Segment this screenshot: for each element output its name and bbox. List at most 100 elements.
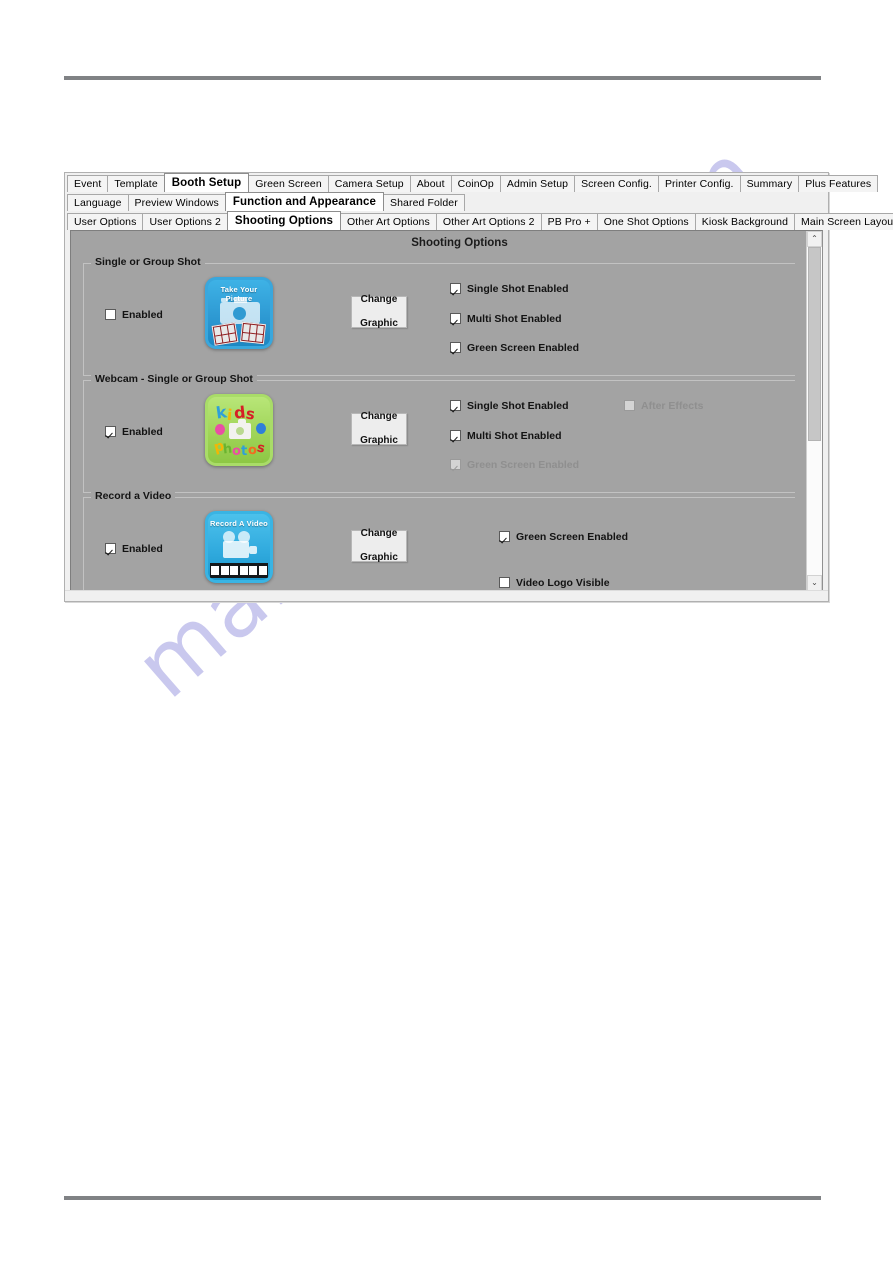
tab-label: Admin Setup bbox=[506, 178, 569, 190]
scroll-up-arrow-icon[interactable]: ⌃ bbox=[807, 231, 822, 247]
photo-strip-icon bbox=[240, 321, 266, 345]
tab-user-options-2[interactable]: User Options 2 bbox=[142, 213, 228, 230]
checkbox-box bbox=[450, 459, 461, 470]
checkbox-label: Green Screen Enabled bbox=[467, 341, 580, 354]
tab-event[interactable]: Event bbox=[67, 175, 109, 192]
checkbox-box bbox=[624, 400, 635, 411]
tab-admin-setup[interactable]: Admin Setup bbox=[499, 175, 576, 192]
tab-main-screen-layout[interactable]: Main Screen Layout bbox=[794, 213, 893, 230]
scrollbar-thumb[interactable] bbox=[808, 247, 821, 441]
tab-other-art-options[interactable]: Other Art Options bbox=[339, 213, 437, 230]
tab-template[interactable]: Template bbox=[107, 175, 165, 192]
checkbox-box bbox=[450, 342, 461, 353]
tab-language[interactable]: Language bbox=[67, 194, 129, 211]
tab-label: Event bbox=[74, 178, 102, 190]
camera-lens-icon bbox=[233, 307, 246, 320]
checkbox-box bbox=[450, 430, 461, 441]
checkbox-label: Multi Shot Enabled bbox=[467, 312, 562, 325]
tab-other-art-options-2[interactable]: Other Art Options 2 bbox=[435, 213, 542, 230]
option-video-green-screen-enabled[interactable]: Green Screen Enabled bbox=[499, 529, 628, 547]
tab-booth-setup[interactable]: Booth Setup bbox=[163, 173, 250, 192]
scrollbar-track[interactable] bbox=[807, 247, 822, 575]
tab-summary[interactable]: Summary bbox=[739, 175, 800, 192]
tab-label: Preview Windows bbox=[134, 197, 219, 209]
tab-label: Other Art Options 2 bbox=[442, 216, 535, 228]
tab-function-and-appearance[interactable]: Function and Appearance bbox=[224, 192, 384, 211]
tab-green-screen[interactable]: Green Screen bbox=[248, 175, 329, 192]
option-single-shot-enabled[interactable]: Single Shot Enabled bbox=[450, 281, 569, 299]
checkbox-label: Enabled bbox=[122, 542, 163, 555]
checkbox-label: Single Shot Enabled bbox=[467, 282, 569, 295]
tab-plus-features[interactable]: Plus Features bbox=[798, 175, 879, 192]
tab-strip-secondary: Language Preview Windows Function and Appe… bbox=[65, 192, 828, 211]
option-webcam-green-screen-enabled[interactable]: Green Screen Enabled bbox=[450, 457, 579, 475]
enabled-checkbox-single-or-group-shot[interactable]: Enabled bbox=[105, 307, 163, 325]
tab-about[interactable]: About bbox=[409, 175, 452, 192]
button-label-line1: Change bbox=[360, 294, 398, 305]
tab-label: PB Pro + bbox=[547, 216, 591, 228]
status-bar bbox=[65, 590, 828, 601]
change-graphic-button-record-a-video[interactable]: Change Graphic bbox=[351, 528, 407, 563]
option-after-effects[interactable]: After Effects bbox=[624, 398, 703, 416]
tab-screen-config[interactable]: Screen Config. bbox=[574, 175, 659, 192]
balloon-icon bbox=[215, 424, 225, 435]
checkbox-label: Green Screen Enabled bbox=[516, 530, 629, 543]
tab-label: Function and Appearance bbox=[232, 196, 376, 208]
button-label-line2: Graphic bbox=[360, 552, 398, 563]
balloon-icon bbox=[256, 423, 266, 434]
application-window: Event Template Booth Setup Green Screen Came… bbox=[64, 172, 893, 602]
checkbox-box bbox=[450, 400, 461, 411]
tab-pb-pro[interactable]: PB Pro + bbox=[540, 213, 598, 230]
photo-strip-icon bbox=[211, 322, 239, 346]
tab-camera-setup[interactable]: Camera Setup bbox=[327, 175, 411, 192]
checkbox-label: After Effects bbox=[641, 399, 704, 412]
option-webcam-multi-shot-enabled[interactable]: Multi Shot Enabled bbox=[450, 428, 562, 446]
option-multi-shot-enabled[interactable]: Multi Shot Enabled bbox=[450, 311, 562, 329]
kids-letter-i: i bbox=[226, 405, 233, 425]
enabled-checkbox-webcam[interactable]: Enabled bbox=[105, 424, 163, 442]
tab-label: User Options bbox=[74, 216, 137, 228]
tab-kiosk-background[interactable]: Kiosk Background bbox=[694, 213, 796, 230]
camcorder-lens-icon bbox=[249, 546, 257, 554]
thumbnail-single-or-group-shot[interactable]: Take Your Picture bbox=[205, 277, 273, 349]
tab-strip-primary: Event Template Booth Setup Green Screen Came… bbox=[65, 173, 879, 192]
checkbox-box bbox=[105, 543, 116, 554]
checkbox-label: Video Logo Visible bbox=[516, 576, 610, 589]
tab-label: Language bbox=[74, 197, 122, 209]
group-title: Single or Group Shot bbox=[91, 256, 205, 268]
tab-label: Shared Folder bbox=[389, 197, 458, 209]
checkbox-label: Green Screen Enabled bbox=[467, 458, 580, 471]
checkbox-label: Enabled bbox=[122, 308, 163, 321]
button-label-line2: Graphic bbox=[360, 318, 398, 329]
tab-one-shot-options[interactable]: One Shot Options bbox=[596, 213, 696, 230]
tab-label: Printer Config. bbox=[664, 178, 734, 190]
tab-shared-folder[interactable]: Shared Folder bbox=[382, 194, 465, 211]
tab-user-options[interactable]: User Options bbox=[67, 213, 144, 230]
tab-label: Main Screen Layout bbox=[801, 216, 893, 228]
tab-label: Plus Features bbox=[805, 178, 872, 190]
change-graphic-button-single-or-group-shot[interactable]: Change Graphic bbox=[351, 294, 407, 329]
tab-label: Booth Setup bbox=[171, 177, 242, 189]
checkbox-box bbox=[499, 577, 510, 588]
enabled-checkbox-record-a-video[interactable]: Enabled bbox=[105, 541, 163, 559]
tab-coinop[interactable]: CoinOp bbox=[450, 175, 501, 192]
tab-printer-config[interactable]: Printer Config. bbox=[657, 175, 741, 192]
thumbnail-webcam[interactable]: k i d s p h o t o s bbox=[205, 394, 273, 466]
checkbox-box bbox=[450, 283, 461, 294]
tab-shooting-options[interactable]: Shooting Options bbox=[226, 211, 341, 230]
change-graphic-button-webcam[interactable]: Change Graphic bbox=[351, 411, 407, 446]
vertical-scrollbar[interactable]: ⌃ ⌄ bbox=[806, 231, 822, 591]
option-webcam-single-shot-enabled[interactable]: Single Shot Enabled bbox=[450, 398, 569, 416]
tab-preview-windows[interactable]: Preview Windows bbox=[127, 194, 226, 211]
checkbox-box bbox=[105, 309, 116, 320]
page-top-rule bbox=[64, 76, 821, 80]
group-webcam-single-or-group-shot: Webcam - Single or Group Shot Enabled k … bbox=[83, 373, 795, 493]
checkbox-box bbox=[105, 426, 116, 437]
tab-label: Camera Setup bbox=[334, 178, 404, 190]
tab-label: About bbox=[416, 178, 445, 190]
option-green-screen-enabled[interactable]: Green Screen Enabled bbox=[450, 340, 579, 358]
thumbnail-record-a-video[interactable]: Record A Video bbox=[205, 511, 273, 583]
button-label-line1: Change bbox=[360, 411, 398, 422]
photos-letter-s: s bbox=[255, 440, 267, 457]
scroll-down-arrow-icon[interactable]: ⌄ bbox=[807, 575, 822, 591]
